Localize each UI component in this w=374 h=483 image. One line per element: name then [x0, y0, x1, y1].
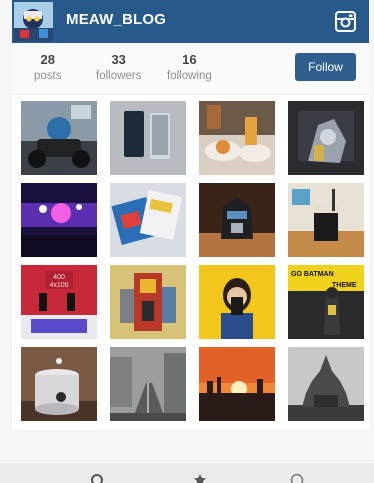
avatar[interactable] — [14, 2, 53, 41]
photo-tile[interactable] — [110, 101, 186, 175]
followers-count: 33 — [111, 52, 126, 67]
photo-tile[interactable]: GO BATMAN THEME — [288, 265, 364, 339]
photo-tile[interactable] — [288, 183, 364, 257]
photo-tile[interactable]: 400 4x100 — [21, 265, 97, 339]
follow-button[interactable]: Follow — [295, 53, 356, 81]
svg-text:4x100: 4x100 — [49, 282, 68, 289]
photo-tile[interactable] — [199, 183, 275, 257]
photo-tile[interactable] — [288, 101, 364, 175]
followers-label: followers — [96, 70, 142, 82]
profile-header: MEAW_BLOG — [12, 0, 369, 43]
posts-count: 28 — [40, 52, 55, 67]
following-stat: 16 following — [167, 52, 212, 82]
instagram-icon[interactable] — [335, 11, 356, 32]
profile-username[interactable]: MEAW_BLOG — [66, 11, 166, 28]
photo-tile[interactable] — [110, 265, 186, 339]
posts-label: posts — [34, 70, 62, 82]
search-icon[interactable] — [90, 473, 104, 483]
photo-tile[interactable] — [21, 347, 97, 421]
followers-stat: 33 followers — [96, 52, 141, 82]
photo-tile[interactable] — [21, 183, 97, 257]
posts-stat: 28 posts — [34, 52, 62, 82]
circle-icon[interactable] — [290, 473, 304, 483]
instagram-widget: MEAW_BLOG 28 posts 33 followers 16 follo… — [12, 0, 369, 430]
photo-tile[interactable] — [288, 347, 364, 421]
following-count: 16 — [182, 52, 197, 67]
bottom-toolbar — [0, 463, 374, 483]
svg-text:GO BATMAN: GO BATMAN — [291, 271, 334, 278]
svg-text:400: 400 — [53, 274, 65, 281]
profile-stats: 28 posts 33 followers 16 following Follo… — [12, 43, 369, 95]
photo-tile[interactable] — [21, 101, 97, 175]
svg-text:THEME: THEME — [332, 282, 357, 289]
photo-tile[interactable] — [199, 347, 275, 421]
star-icon[interactable] — [193, 473, 207, 483]
photo-tile[interactable] — [110, 347, 186, 421]
photo-tile[interactable] — [199, 265, 275, 339]
photo-tile[interactable] — [199, 101, 275, 175]
following-label: following — [167, 70, 212, 82]
photo-tile[interactable] — [110, 183, 186, 257]
